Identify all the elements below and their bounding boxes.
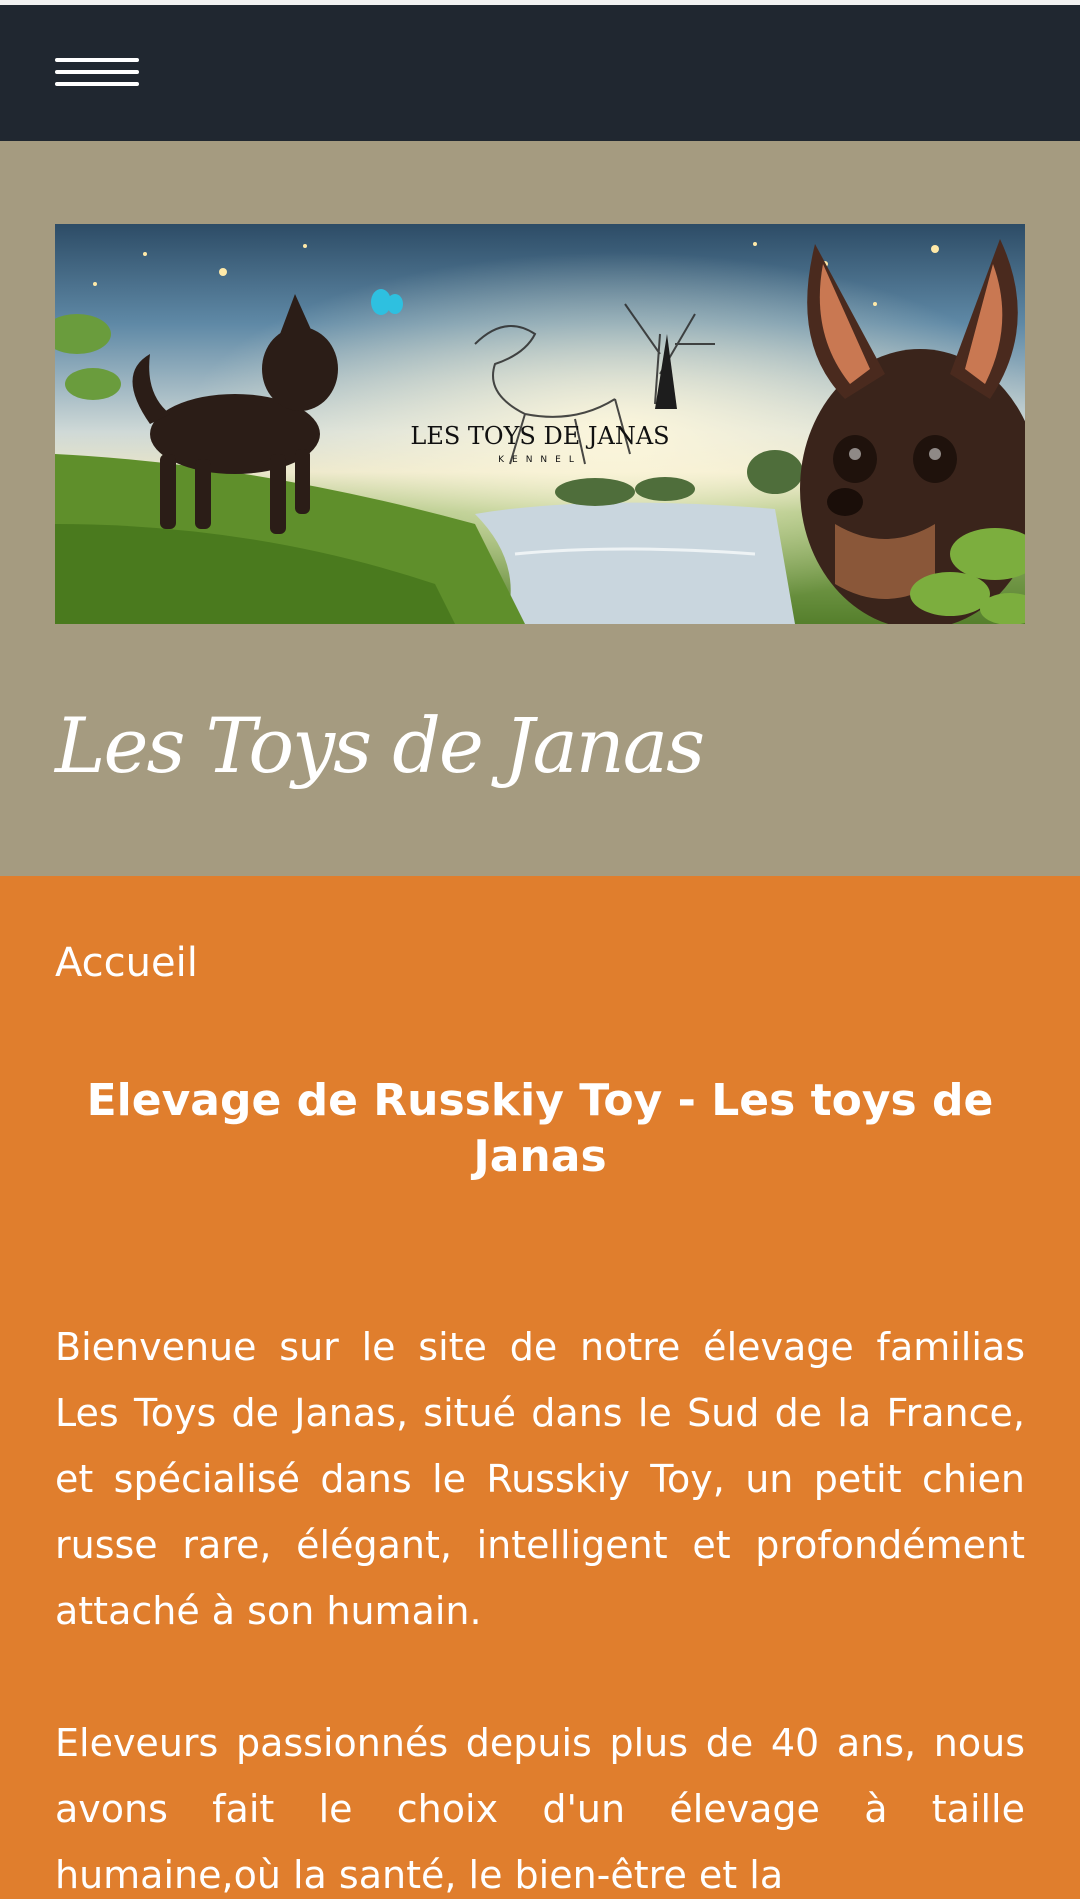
intro-paragraph: Bienvenue sur le site de notre élevage f… (55, 1325, 1025, 1633)
banner-logo-title: LES TOYS DE JANAS (410, 422, 669, 450)
breeders-paragraph: Eleveurs passionnés depuis plus de 40 an… (55, 1721, 1025, 1897)
banner-logo-subtitle: KENNEL (498, 455, 582, 465)
breadcrumb[interactable]: Accueil (55, 876, 1025, 988)
hamburger-icon[interactable] (55, 55, 139, 89)
navbar (0, 5, 1080, 141)
site-title[interactable]: Les Toys de Janas (55, 701, 705, 790)
banner-illustration: LES TOYS DE JANAS KENNEL (55, 224, 1025, 624)
page-heading: Elevage de Russkiy Toy - Les toys de Jan… (86, 1075, 994, 1182)
banner-image: LES TOYS DE JANAS KENNEL (55, 224, 1025, 624)
header-band: LES TOYS DE JANAS KENNEL Les Toys de Jan… (0, 141, 1080, 876)
main-content: Accueil Elevage de Russkiy Toy - Les toy… (0, 876, 1080, 1899)
